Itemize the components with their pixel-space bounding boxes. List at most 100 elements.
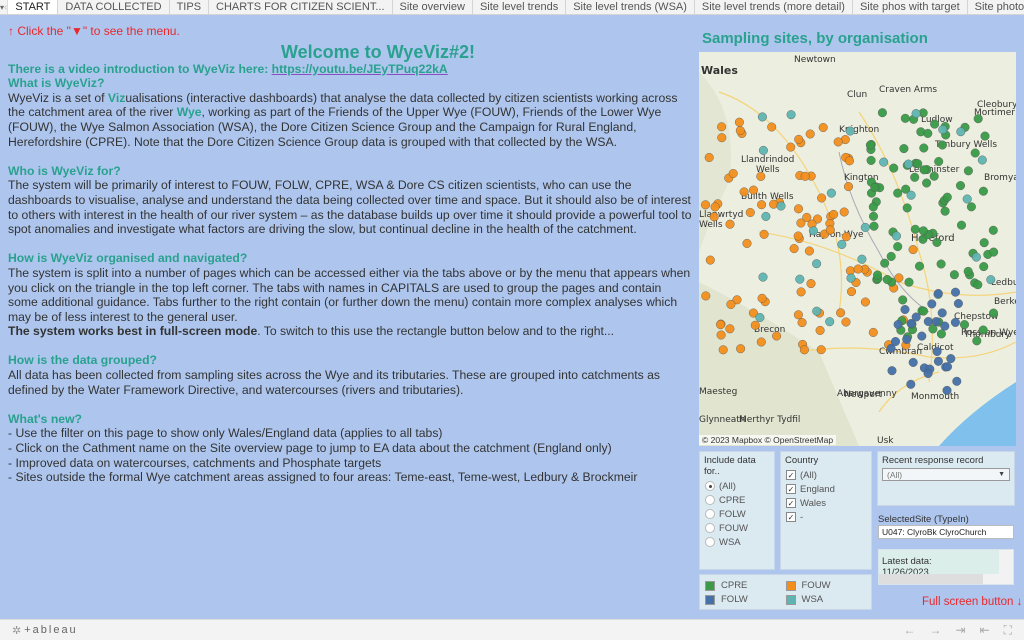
site-marker-fouw bbox=[839, 207, 849, 217]
site-marker-cpre bbox=[973, 114, 983, 124]
site-marker-cpre bbox=[979, 262, 989, 272]
site-marker-cpre bbox=[910, 172, 920, 182]
map-canvas[interactable]: WalesNewtownClun Craven ArmsCleoburyMorti… bbox=[699, 52, 1016, 446]
horizontal-scrollbar[interactable] bbox=[879, 574, 983, 584]
recent-response-dropdown[interactable]: (All) ▼ bbox=[882, 468, 1010, 481]
tab-data-collected[interactable]: DATA COLLECTED bbox=[58, 0, 170, 14]
site-marker-folw bbox=[906, 379, 916, 389]
how-heading: How is WyeViz organised and navigated? bbox=[8, 251, 248, 266]
site-marker-fouw bbox=[736, 344, 746, 354]
map-place-label: Llanwrtyd bbox=[699, 210, 743, 220]
site-marker-cpre bbox=[902, 203, 912, 213]
site-marker-cpre bbox=[893, 242, 903, 252]
site-marker-fouw bbox=[745, 207, 755, 217]
country-option-none[interactable]: ✓ - bbox=[781, 510, 871, 524]
map-place-label: Cwmbran bbox=[879, 347, 922, 357]
option-label: WSA bbox=[719, 536, 741, 548]
site-marker-wsa bbox=[962, 194, 972, 204]
site-marker-cpre bbox=[980, 131, 990, 141]
legend-item-folw[interactable]: FOLW bbox=[705, 594, 786, 605]
org-option-wsa[interactable]: WSA bbox=[700, 535, 774, 549]
tableau-logo[interactable]: ✲ +ableau bbox=[12, 624, 78, 637]
wye-highlight: Wye bbox=[176, 105, 202, 120]
site-marker-cpre bbox=[963, 266, 973, 276]
site-marker-cpre bbox=[966, 202, 976, 212]
tab-site-overview[interactable]: Site overview bbox=[393, 0, 473, 14]
site-marker-cpre bbox=[923, 128, 933, 138]
site-marker-fouw bbox=[739, 187, 749, 197]
site-marker-cpre bbox=[898, 295, 908, 305]
tab-site-photos-and-comments[interactable]: Site photos and comments bbox=[968, 0, 1024, 14]
share-icon[interactable]: ⇥ bbox=[955, 623, 965, 637]
site-marker-folw bbox=[940, 321, 950, 331]
checkbox-checked-icon[interactable]: ✓ bbox=[786, 512, 796, 522]
sampling-sites-map[interactable]: Wales Newtown Clun Craven Arms Cleobury Morti… bbox=[699, 52, 1016, 446]
tab-bar: ▾ ‹ START DATA COLLECTED TIPS CHARTS FOR… bbox=[0, 0, 1024, 15]
tableau-logo-icon: ✲ bbox=[12, 624, 22, 637]
site-marker-fouw bbox=[742, 238, 752, 248]
legend-panel: CPRE FOUW FOLW WSA bbox=[699, 574, 872, 610]
legend-item-fouw[interactable]: FOUW bbox=[785, 580, 867, 591]
tab-tips[interactable]: TIPS bbox=[170, 0, 210, 14]
org-option-fouw[interactable]: FOUW bbox=[700, 521, 774, 535]
legend-swatch bbox=[705, 580, 715, 591]
site-marker-cpre bbox=[936, 259, 946, 269]
site-marker-cpre bbox=[886, 251, 896, 261]
org-option-folw[interactable]: FOLW bbox=[700, 507, 774, 521]
legend-swatch bbox=[785, 594, 796, 605]
tab-start[interactable]: START bbox=[8, 0, 59, 14]
radio-icon[interactable] bbox=[705, 523, 715, 533]
site-marker-fouw bbox=[725, 219, 735, 229]
country-option-wales[interactable]: ✓ Wales bbox=[781, 496, 871, 510]
radio-icon[interactable] bbox=[705, 495, 715, 505]
option-label: Wales bbox=[800, 497, 827, 509]
video-link[interactable]: https://youtu.be/JEyTPuq22kA bbox=[272, 62, 448, 76]
tab-charts-for-citizen-scientists[interactable]: CHARTS FOR CITIZEN SCIENT... bbox=[209, 0, 393, 14]
tab-site-phos-with-target[interactable]: Site phos with target bbox=[853, 0, 968, 14]
site-marker-cpre bbox=[936, 329, 946, 339]
checkbox-checked-icon[interactable]: ✓ bbox=[786, 470, 796, 480]
org-option-cpre[interactable]: CPRE bbox=[700, 493, 774, 507]
site-marker-folw bbox=[923, 369, 933, 379]
selected-site-input[interactable]: U047: ClyroBk ClyroChurch bbox=[878, 525, 1014, 539]
site-marker-wsa bbox=[906, 190, 916, 200]
tab-site-level-trends-wsa[interactable]: Site level trends (WSA) bbox=[566, 0, 695, 14]
checkbox-checked-icon[interactable]: ✓ bbox=[786, 484, 796, 494]
site-marker-fouw bbox=[709, 212, 719, 222]
site-marker-wsa bbox=[795, 274, 805, 284]
recent-response-panel: Recent response record (All) ▼ bbox=[877, 451, 1015, 506]
whats-new-heading: What's new? bbox=[8, 411, 82, 426]
map-credit[interactable]: © 2023 Mapbox © OpenStreetMap bbox=[699, 435, 837, 445]
site-marker-cpre bbox=[865, 140, 875, 150]
country-option-england[interactable]: ✓ England bbox=[781, 482, 871, 496]
org-option-all[interactable]: (All) bbox=[700, 479, 774, 493]
site-marker-cpre bbox=[866, 155, 876, 165]
tab-site-level-trends[interactable]: Site level trends bbox=[473, 0, 567, 14]
site-marker-fouw bbox=[853, 264, 863, 274]
radio-icon[interactable] bbox=[705, 537, 715, 547]
fullscreen-icon[interactable]: ⛶ bbox=[1004, 623, 1012, 638]
fullscreen-note-tail: . To switch to this use the rectangle bu… bbox=[257, 324, 615, 339]
site-marker-folw bbox=[887, 366, 897, 376]
site-marker-fouw bbox=[756, 337, 766, 347]
option-label: CPRE bbox=[719, 494, 746, 506]
latest-data-label: Latest data: bbox=[882, 556, 932, 567]
site-marker-wsa bbox=[757, 112, 767, 122]
grouped-paragraph: All data has been collected from samplin… bbox=[8, 368, 661, 397]
legend-item-wsa[interactable]: WSA bbox=[785, 594, 867, 605]
radio-icon[interactable] bbox=[705, 481, 715, 491]
site-marker-wsa bbox=[971, 252, 981, 262]
site-marker-fouw bbox=[836, 308, 846, 318]
radio-icon[interactable] bbox=[705, 509, 715, 519]
undo-icon[interactable]: ← bbox=[903, 623, 915, 637]
site-marker-fouw bbox=[705, 255, 715, 265]
checkbox-checked-icon[interactable]: ✓ bbox=[786, 498, 796, 508]
country-option-all[interactable]: ✓ (All) bbox=[781, 468, 871, 482]
legend-item-cpre[interactable]: CPRE bbox=[705, 580, 786, 591]
option-label: (All) bbox=[800, 469, 817, 481]
tab-site-level-trends-more-detail[interactable]: Site level trends (more detail) bbox=[695, 0, 853, 14]
site-marker-folw bbox=[946, 354, 956, 364]
redo-icon[interactable]: → bbox=[929, 623, 941, 637]
site-marker-fouw bbox=[716, 320, 726, 330]
revert-icon[interactable]: ⇤ bbox=[980, 623, 990, 637]
